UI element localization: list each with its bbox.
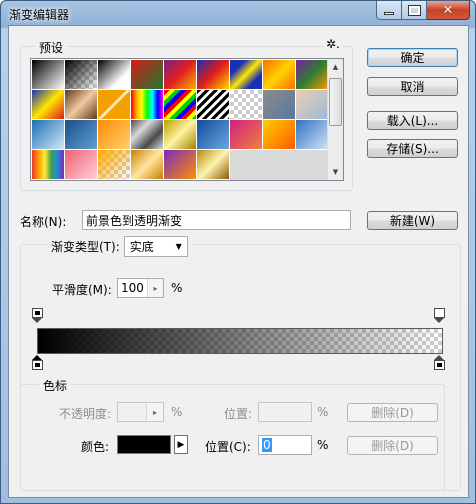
gradient-editor-window: 渐变编辑器 ✕ 预设 ✲. ▲ ▼ 确定 取消 载入(L)... 存储(S)..… bbox=[0, 0, 476, 504]
cancel-button[interactable]: 取消 bbox=[367, 77, 458, 96]
scroll-down-icon[interactable]: ▼ bbox=[328, 164, 343, 180]
gear-icon[interactable]: ✲. bbox=[324, 37, 342, 51]
color-location-unit: % bbox=[317, 438, 329, 452]
save-button[interactable]: 存储(S)... bbox=[367, 139, 458, 158]
preset-swatch[interactable] bbox=[296, 120, 329, 150]
color-location-value: 0 bbox=[262, 438, 272, 452]
opacity-location-unit: % bbox=[317, 405, 329, 419]
preset-swatch-grid bbox=[32, 60, 329, 180]
minimize-button[interactable] bbox=[376, 1, 402, 20]
opacity-location-label: 位置: bbox=[224, 407, 253, 421]
delete-opacity-stop-button: 删除(D) bbox=[347, 403, 438, 422]
preset-swatch[interactable] bbox=[98, 60, 131, 90]
preset-swatch[interactable] bbox=[263, 120, 296, 150]
color-label: 颜色: bbox=[81, 440, 110, 454]
preset-swatch[interactable] bbox=[65, 90, 98, 120]
opacity-stop-end[interactable] bbox=[434, 308, 445, 323]
presets-label: 预设 bbox=[35, 39, 68, 56]
color-stop-start[interactable] bbox=[32, 355, 43, 370]
window-controls: ✕ bbox=[376, 1, 470, 20]
preset-swatch[interactable] bbox=[197, 60, 230, 90]
preset-swatch[interactable] bbox=[32, 90, 65, 120]
maximize-icon bbox=[407, 4, 421, 16]
preset-scrollbar[interactable]: ▲ ▼ bbox=[327, 59, 343, 180]
preset-swatch[interactable] bbox=[32, 60, 65, 90]
stop-color-swatch[interactable] bbox=[117, 435, 171, 454]
preset-swatch[interactable] bbox=[197, 150, 230, 180]
smoothness-stepper[interactable]: 100 ▸ bbox=[117, 278, 164, 298]
presets-group: 预设 ✲. ▲ ▼ bbox=[20, 37, 353, 191]
smoothness-value[interactable]: 100 bbox=[118, 279, 147, 297]
minimize-icon bbox=[384, 11, 394, 15]
maximize-button[interactable] bbox=[402, 1, 427, 20]
preset-swatch[interactable] bbox=[230, 90, 263, 120]
preset-swatch-panel: ▲ ▼ bbox=[30, 58, 344, 181]
flyout-arrow-icon[interactable]: ▸ bbox=[146, 279, 163, 297]
dialog-body: 预设 ✲. ▲ ▼ 确定 取消 载入(L)... 存储(S)... 名称(N):… bbox=[8, 25, 469, 498]
color-stop-end[interactable] bbox=[434, 355, 445, 370]
preset-swatch[interactable] bbox=[164, 90, 197, 120]
preset-swatch[interactable] bbox=[230, 60, 263, 90]
color-location-label: 位置(C): bbox=[205, 440, 251, 454]
close-button[interactable]: ✕ bbox=[427, 1, 470, 20]
preset-swatch[interactable] bbox=[263, 60, 296, 90]
ok-button[interactable]: 确定 bbox=[367, 48, 458, 67]
gradient-type-label: 渐变类型(T): bbox=[51, 240, 120, 254]
preset-swatch[interactable] bbox=[32, 120, 65, 150]
preset-swatch[interactable] bbox=[263, 90, 296, 120]
title-bar[interactable]: 渐变编辑器 ✕ bbox=[1, 1, 475, 25]
opacity-location-input bbox=[258, 402, 312, 422]
preset-swatch[interactable] bbox=[98, 90, 131, 120]
preset-swatch[interactable] bbox=[65, 120, 98, 150]
preset-swatch[interactable] bbox=[131, 150, 164, 180]
load-button[interactable]: 载入(L)... bbox=[367, 111, 458, 130]
color-menu-button[interactable]: ▶ bbox=[174, 435, 188, 454]
new-button[interactable]: 新建(W) bbox=[367, 211, 458, 230]
preset-swatch[interactable] bbox=[98, 150, 131, 180]
preset-swatch[interactable] bbox=[164, 150, 197, 180]
preset-swatch[interactable] bbox=[32, 150, 65, 180]
scroll-up-icon[interactable]: ▲ bbox=[328, 59, 343, 75]
preset-swatch[interactable] bbox=[98, 120, 131, 150]
window-title: 渐变编辑器 bbox=[9, 8, 70, 22]
preset-swatch[interactable] bbox=[65, 60, 98, 90]
scrollbar-thumb[interactable] bbox=[329, 78, 342, 126]
flyout-arrow-icon: ▸ bbox=[146, 403, 163, 421]
name-label: 名称(N): bbox=[20, 215, 67, 229]
smoothness-label: 平滑度(M): bbox=[52, 283, 112, 297]
preset-swatch[interactable] bbox=[131, 90, 164, 120]
close-icon: ✕ bbox=[442, 2, 454, 18]
opacity-stop-start[interactable] bbox=[32, 308, 43, 323]
opacity-label: 不透明度: bbox=[59, 407, 112, 421]
preset-swatch[interactable] bbox=[296, 60, 329, 90]
gradient-type-select[interactable]: 实底 ▼ bbox=[123, 236, 188, 257]
preset-swatch[interactable] bbox=[197, 90, 230, 120]
color-stop-label: 色标 bbox=[39, 377, 72, 394]
opacity-stepper: ▸ bbox=[117, 402, 164, 422]
opacity-unit: % bbox=[171, 405, 183, 419]
preset-swatch[interactable] bbox=[131, 60, 164, 90]
preset-swatch[interactable] bbox=[164, 120, 197, 150]
smoothness-unit: % bbox=[171, 281, 183, 295]
color-location-input[interactable]: 0 bbox=[258, 435, 312, 455]
delete-color-stop-button: 删除(D) bbox=[347, 436, 438, 455]
preset-swatch[interactable] bbox=[65, 150, 98, 180]
preset-swatch[interactable] bbox=[164, 60, 197, 90]
gradient-type-value: 实底 bbox=[129, 240, 154, 254]
preset-swatch[interactable] bbox=[131, 120, 164, 150]
preset-swatch[interactable] bbox=[296, 90, 329, 120]
chevron-down-icon: ▼ bbox=[175, 242, 182, 251]
gradient-preview-bar[interactable] bbox=[37, 328, 443, 354]
gradient-type-row: 渐变类型(T): 实底 ▼ bbox=[47, 236, 192, 257]
name-input[interactable]: 前景色到透明渐变 bbox=[82, 210, 351, 230]
preset-swatch[interactable] bbox=[230, 120, 263, 150]
preset-swatch[interactable] bbox=[197, 120, 230, 150]
